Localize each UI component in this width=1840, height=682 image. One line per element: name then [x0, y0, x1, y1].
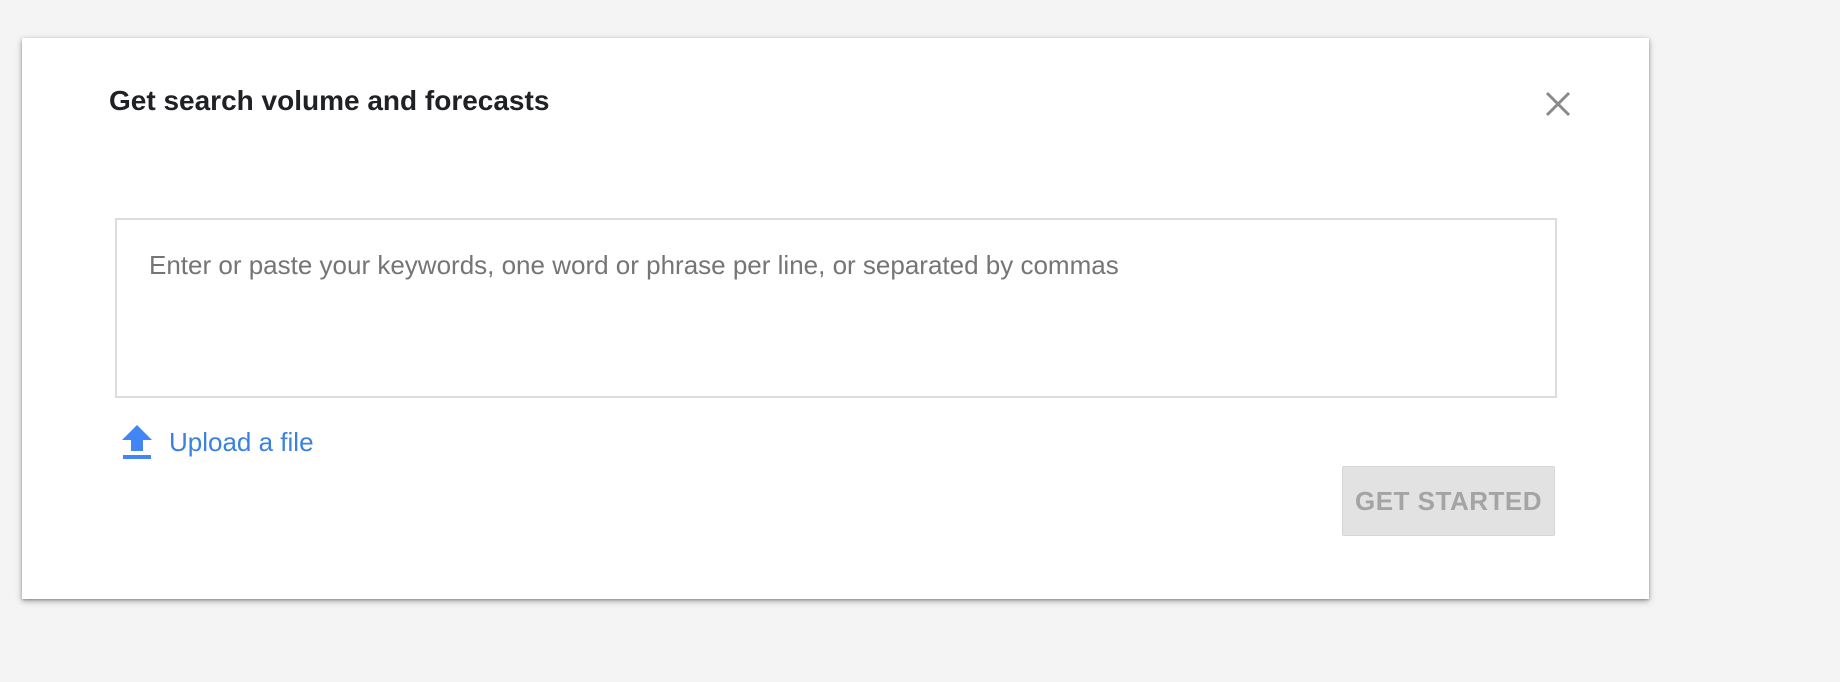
- dialog-title: Get search volume and forecasts: [109, 85, 550, 116]
- keyword-dialog: Get search volume and forecasts Upload a…: [22, 38, 1649, 599]
- upload-icon: [122, 425, 152, 459]
- keywords-input-box: [115, 218, 1557, 398]
- upload-file-label: Upload a file: [169, 426, 314, 457]
- keywords-input[interactable]: [117, 220, 1555, 396]
- close-button[interactable]: [1534, 80, 1582, 128]
- close-icon: [1545, 91, 1571, 117]
- get-started-button[interactable]: GET STARTED: [1342, 466, 1555, 536]
- upload-file-link[interactable]: Upload a file: [120, 422, 314, 462]
